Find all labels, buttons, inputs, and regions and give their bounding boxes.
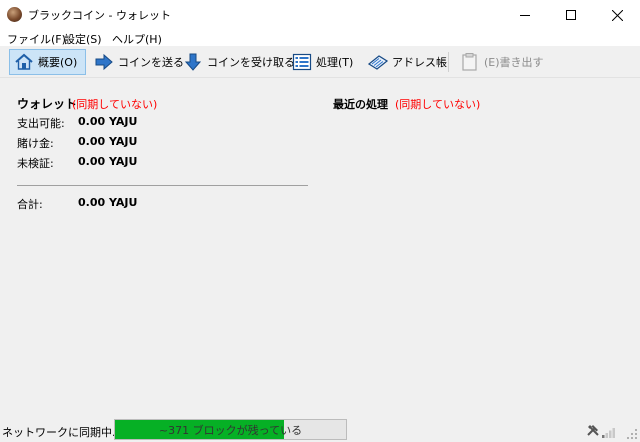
menu-settings[interactable]: 設定(S) <box>64 31 102 47</box>
overview-label: 概要(O) <box>38 56 78 69</box>
list-icon <box>292 53 312 71</box>
window-title: ブラックコイン - ウォレット <box>28 9 171 22</box>
title-bar: ブラックコイン - ウォレット <box>0 0 640 30</box>
close-icon <box>611 9 623 21</box>
wallet-divider <box>17 185 308 186</box>
overview-button[interactable]: 概要(O) <box>9 49 86 75</box>
sync-progress-text: ~371 ブロックが残っている <box>158 423 303 437</box>
arrow-right-icon <box>95 53 113 71</box>
menu-help[interactable]: ヘルプ(H) <box>112 31 162 47</box>
total-label: 合計: <box>17 198 43 211</box>
total-value: 0.00 YAJU <box>78 196 138 209</box>
receive-coins-button[interactable]: コインを受け取る <box>183 49 295 75</box>
recent-transactions-title: 最近の処理 <box>333 98 388 111</box>
status-bar: ネットワークに同期中....... ~371 ブロックが残っている <box>0 418 640 442</box>
export-label: (E)書き出す <box>484 56 544 69</box>
wallet-sync-status: (同期していない) <box>72 98 158 111</box>
home-icon <box>15 53 33 70</box>
menu-file[interactable]: ファイル(F) <box>7 31 66 47</box>
sync-progress-bar: ~371 ブロックが残っている <box>114 419 347 440</box>
address-book-icon <box>368 55 388 70</box>
wallet-title: ウォレット <box>17 97 78 111</box>
unconfirmed-label: 未検証: <box>17 157 54 170</box>
spendable-value: 0.00 YAJU <box>78 115 138 128</box>
connections-icon[interactable] <box>602 426 616 438</box>
resize-grip-icon[interactable] <box>626 428 638 440</box>
app-logo-icon <box>7 7 22 22</box>
close-button[interactable] <box>594 0 640 30</box>
send-coins-label: コインを送る <box>118 56 184 69</box>
toolbar: 概要(O) コインを送る コインを受け取る 処理(T) アドレス帳 (E)書き出… <box>0 46 640 78</box>
address-book-button[interactable]: アドレス帳 <box>368 49 447 75</box>
receive-coins-label: コインを受け取る <box>207 56 295 69</box>
stake-value: 0.00 YAJU <box>78 135 138 148</box>
transactions-button[interactable]: 処理(T) <box>292 49 353 75</box>
minimize-icon <box>520 14 530 16</box>
spendable-label: 支出可能: <box>17 117 65 130</box>
toolbar-separator <box>448 52 449 72</box>
recent-sync-status: (同期していない) <box>395 98 481 111</box>
maximize-icon <box>566 10 576 20</box>
address-book-label: アドレス帳 <box>392 56 447 69</box>
export-button[interactable]: (E)書き出す <box>460 49 544 75</box>
stake-label: 賭け金: <box>17 137 54 150</box>
unconfirmed-value: 0.00 YAJU <box>78 155 138 168</box>
arrow-down-icon <box>184 53 202 71</box>
clipboard-icon <box>462 53 477 71</box>
menu-bar: ファイル(F) 設定(S) ヘルプ(H) <box>0 30 640 46</box>
minimize-button[interactable] <box>502 0 548 30</box>
send-coins-button[interactable]: コインを送る <box>94 49 184 75</box>
maximize-button[interactable] <box>548 0 594 30</box>
staking-icon[interactable] <box>586 423 600 437</box>
transactions-label: 処理(T) <box>316 56 354 69</box>
